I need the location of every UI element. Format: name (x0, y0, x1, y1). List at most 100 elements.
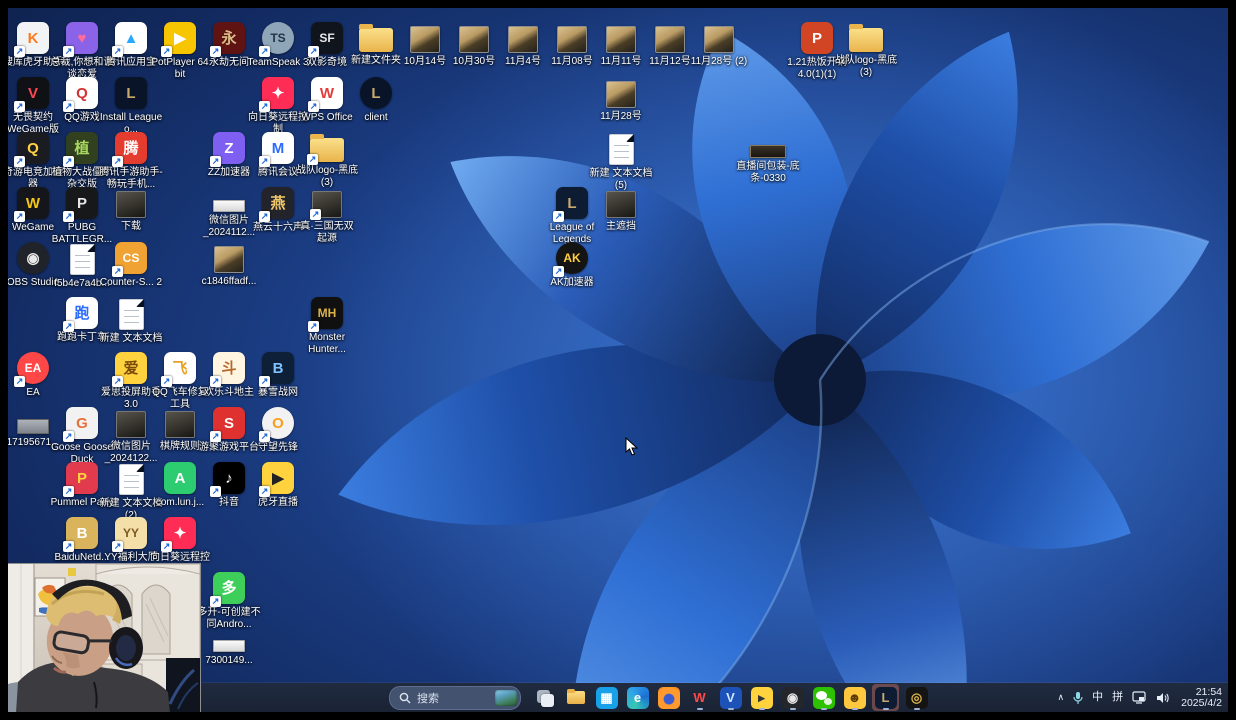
taskbar-league-of-legends-client[interactable]: L (872, 684, 899, 711)
wechat-image-2024122-icon (116, 411, 146, 438)
zongcai-dating-game-icon: ♥↗ (66, 22, 98, 54)
shortcut-arrow-badge: ↗ (553, 266, 564, 277)
desktop-icon-stream-banner[interactable]: 直播间包装-底条-0330 (736, 132, 800, 184)
windows-desktop[interactable]: K↗搜库虎牙助手♥↗总裁,你想和谁谈恋爱▲↗腾讯应用宝▶↗PotPlayer 6… (8, 8, 1228, 712)
potplayer-icon: ▶↗ (164, 22, 196, 54)
desktop-icon-team-logo-folder[interactable]: 战队logo-黑底(3) (834, 22, 898, 78)
display-device-icon[interactable] (1132, 691, 1147, 704)
counter-strike-2-icon: CS↗ (115, 242, 147, 274)
running-indicator (821, 708, 827, 711)
search-highlight-thumbnail[interactable] (495, 690, 517, 706)
mouse-cursor (625, 437, 638, 456)
robot-face-app-icon: ☻ (844, 687, 866, 709)
desktop-icon-ak-accelerator[interactable]: AK↗AK加速器 (540, 242, 604, 289)
shortcut-arrow-badge: ↗ (259, 376, 270, 387)
running-indicator (883, 708, 889, 711)
tencent-mobile-assistant-icon: 腾↗ (115, 132, 147, 164)
ime-language-indicator[interactable]: 中 (1092, 692, 1103, 703)
desktop-icon-download[interactable]: 下载 (99, 187, 163, 233)
huya-assistant-icon: K↗ (17, 22, 49, 54)
taskbar-thunder-xunlei[interactable]: V (717, 684, 744, 711)
video-frame: K↗搜库虎牙助手♥↗总裁,你想和谁谈恋爱▲↗腾讯应用宝▶↗PotPlayer 6… (0, 0, 1236, 720)
desktop-icon-counter-strike-2[interactable]: CS↗Counter-S... 2 (99, 242, 163, 289)
taskbar-wechat[interactable] (810, 684, 837, 711)
shortcut-arrow-badge: ↗ (14, 376, 25, 387)
taskbar-firefox-browser[interactable] (655, 684, 682, 711)
desktop-icon-label: 真·三国无双 起源 (295, 221, 359, 244)
photo-nov-11-icon (606, 26, 636, 53)
shortcut-arrow-badge: ↗ (210, 596, 221, 607)
ppt-hotpot-icon: P (801, 22, 833, 54)
desktop-icon-team-logo-folder-2[interactable]: ↗战队logo-黑底(3) (295, 132, 359, 188)
desktop-icon-multi-open-android[interactable]: 多↗多开-可创建不同Andro... (197, 572, 261, 630)
taskbar-huya-live[interactable]: ▸ (748, 684, 775, 711)
desktop-icon-overwatch[interactable]: O↗守望先锋 (246, 407, 310, 454)
desktop-icon-photo-nov-28-2[interactable]: 11月28号 (2) (687, 22, 751, 68)
desktop-icon-main-overlay[interactable]: 主遮挡 (589, 187, 653, 233)
shortcut-arrow-badge: ↗ (112, 376, 123, 387)
huya-live-icon: ▸ (751, 687, 773, 709)
shortcut-arrow-badge: ↗ (112, 156, 123, 167)
shortcut-arrow-badge: ↗ (14, 211, 25, 222)
volume-icon[interactable] (1156, 692, 1170, 704)
microphone-icon[interactable] (1073, 691, 1083, 705)
qq-speed-fix-tool-icon: 飞↗ (164, 352, 196, 384)
desktop-icon-label: 守望先锋 (246, 442, 310, 454)
ime-pinyin-indicator[interactable]: 拼 (1112, 692, 1123, 703)
shortcut-arrow-badge: ↗ (14, 46, 25, 57)
com-lun-apk-icon: A (164, 462, 196, 494)
desktop-icon-new-text-doc-5[interactable]: 新建 文本文档 (5) (589, 132, 653, 191)
photo-oct-30-icon (459, 26, 489, 53)
desktop-icon-ea-app[interactable]: EA↗EA (8, 352, 65, 399)
taskbar-file-explorer[interactable] (562, 684, 589, 711)
desktop-icon-dynasty-warriors-origins[interactable]: ↗真·三国无双 起源 (295, 187, 359, 244)
taskbar-wps-office[interactable]: W (686, 684, 713, 711)
happy-doudizhu-icon: 斗↗ (213, 352, 245, 384)
desktop-icon-label: AK加速器 (540, 277, 604, 289)
search-box[interactable]: 搜索 (389, 686, 521, 710)
desktop-icon-install-league[interactable]: LInstall League o... (99, 77, 163, 135)
file-explorer-icon (565, 687, 587, 709)
taskbar-clock[interactable]: 21:54 2025/4/2 (1179, 687, 1222, 709)
qiyou-accelerator-icon: Q↗ (17, 132, 49, 164)
yy-hall-icon: YY↗ (115, 517, 147, 549)
desktop-icon-file-7300149[interactable]: 7300149... (197, 627, 261, 667)
stream-banner-icon (750, 145, 786, 158)
start-button[interactable] (356, 684, 383, 711)
photo-nov-4-icon (508, 26, 538, 53)
desktop-icon-photo-nov-28[interactable]: 11月28号 (589, 77, 653, 123)
taskbar-obs-studio[interactable]: ◉ (779, 684, 806, 711)
taskbar-task-view[interactable] (531, 684, 558, 711)
shortcut-arrow-badge: ↗ (161, 541, 172, 552)
taskbar-robot-face-app[interactable]: ☻ (841, 684, 868, 711)
shortcut-arrow-badge: ↗ (210, 431, 221, 442)
desktop-icon-label: 战队logo-黑底(3) (834, 55, 898, 78)
desktop-icon-huya-live[interactable]: ▶↗虎牙直播 (246, 462, 310, 509)
desktop-icon-label: 下载 (99, 221, 163, 233)
desktop-icon-label: EA (8, 387, 65, 399)
shortcut-arrow-badge: ↗ (553, 211, 564, 222)
league-of-legends-client-icon: L (875, 687, 897, 709)
hidden-icons-chevron[interactable]: ∧ (1058, 693, 1065, 702)
desktop-icon-battle-net[interactable]: B↗暴雪战网 (246, 352, 310, 399)
obs-studio-icon: ◉ (17, 242, 49, 274)
desktop-icon-monster-hunter[interactable]: MH↗Monster Hunter... (295, 297, 359, 355)
desktop-icon-league-client[interactable]: Lclient (344, 77, 408, 124)
desktop-icon-label: 11月28号 (2) (687, 56, 751, 68)
desktop-icon-file-c1846ffadf[interactable]: c1846ffadf... (197, 242, 261, 288)
taskbar-gold-ring-app[interactable]: ◎ (903, 684, 930, 711)
taskbar-microsoft-store[interactable]: ▦ (593, 684, 620, 711)
desktop-icon-new-text-doc[interactable]: 新建 文本文档 (99, 297, 163, 345)
windows-logo-icon (359, 687, 381, 709)
team-logo-folder-icon (849, 28, 883, 52)
naraka-bladepoint-icon: 永↗ (213, 22, 245, 54)
download-icon (116, 191, 146, 218)
photo-nov-08-icon (557, 26, 587, 53)
shortcut-arrow-badge: ↗ (161, 376, 172, 387)
shortcut-arrow-badge: ↗ (63, 156, 74, 167)
huya-live-icon: ▶↗ (262, 462, 294, 494)
desktop-icon-tencent-mobile-assistant[interactable]: 腾↗腾讯手游助手-畅玩手机... (99, 132, 163, 190)
webcam-overlay (8, 563, 201, 712)
taskbar-edge-browser[interactable]: e (624, 684, 651, 711)
shortcut-arrow-badge: ↗ (259, 431, 270, 442)
